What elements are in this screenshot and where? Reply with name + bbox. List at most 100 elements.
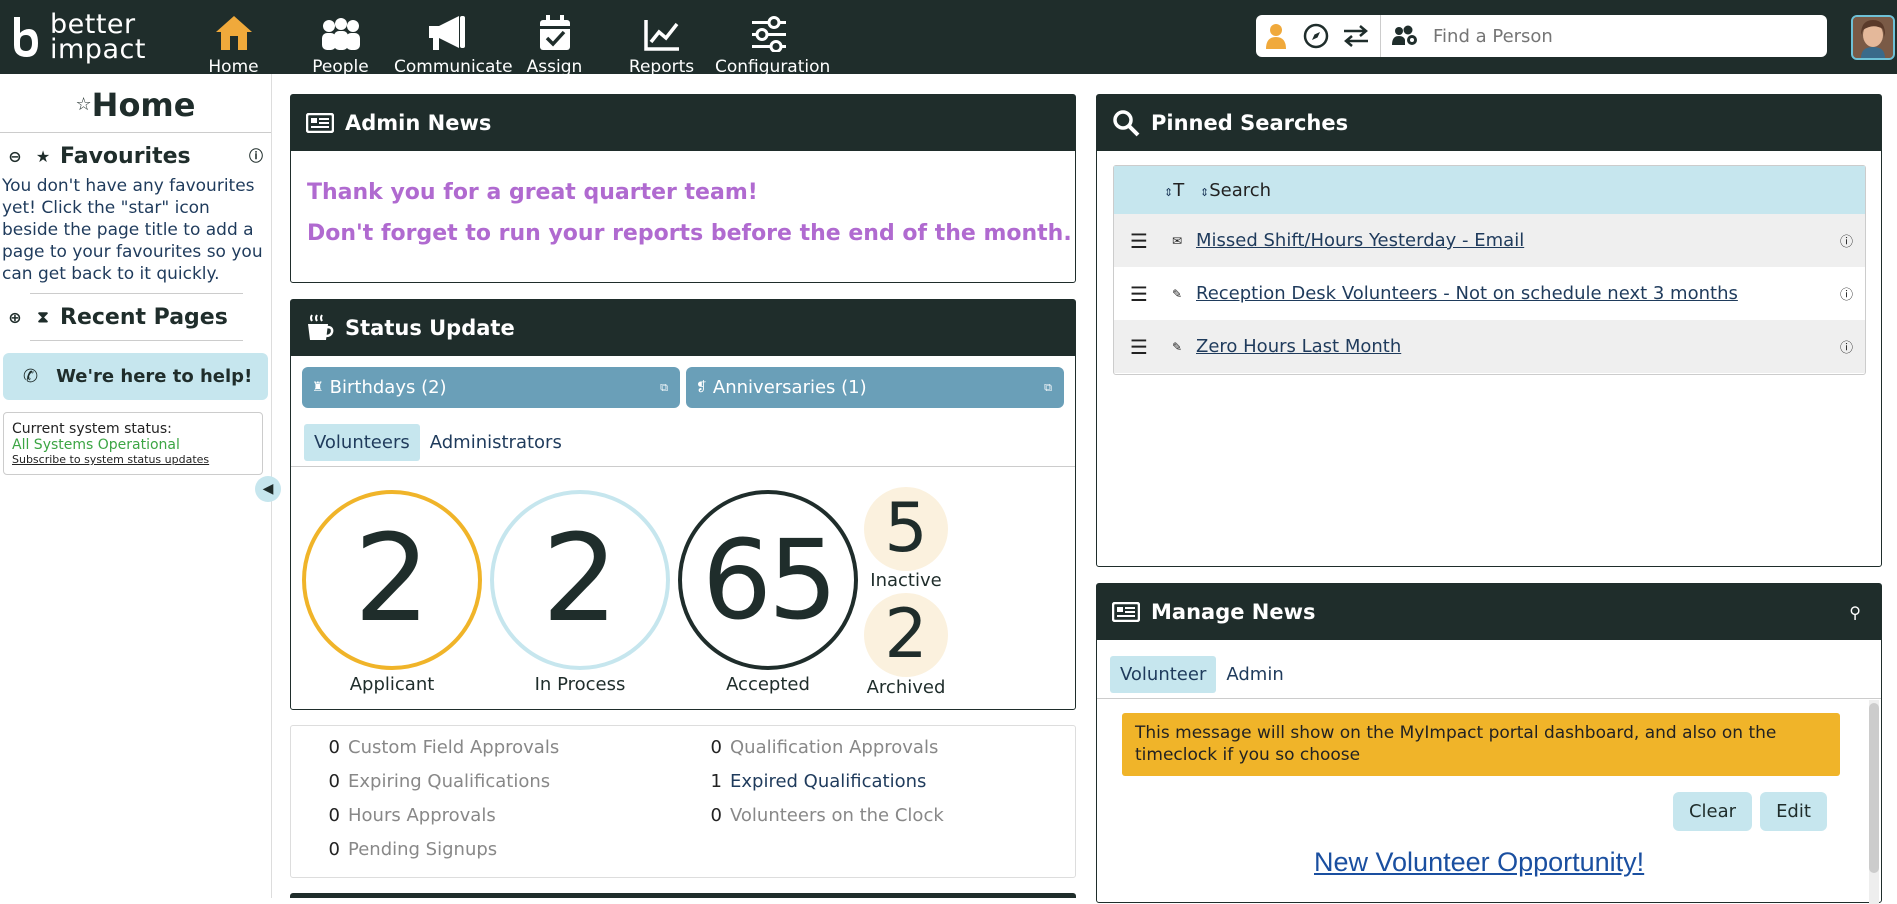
pencil-icon: ✎	[1171, 339, 1183, 354]
nav-reports[interactable]: Reports	[608, 10, 715, 77]
favourites-empty-text: You don't have any favourites yet! Click…	[2, 176, 263, 284]
scrollbar[interactable]	[1869, 700, 1879, 904]
collapse-sidebar-button[interactable]: ◀	[255, 476, 281, 502]
status-tabs: Volunteers Administrators	[304, 424, 572, 461]
info-icon[interactable]: ⓘ	[249, 146, 263, 166]
nav-reports-label: Reports	[628, 57, 695, 77]
pinned-searches-table: ⇕T ⇕Search ☰ ✉ Missed Shift/Hours Yester…	[1113, 165, 1866, 375]
inactive-label: Inactive	[870, 570, 942, 591]
news-line: Don't forget to run your reports before …	[307, 221, 1072, 246]
hours-approvals[interactable]: 0 Hours Approvals	[320, 805, 496, 826]
sliders-icon	[751, 16, 786, 52]
news-headline-link[interactable]: New Volunteer Opportunity!	[1314, 847, 1644, 878]
table-row: ☰ ✉ Missed Shift/Hours Yesterday - Email…	[1114, 214, 1865, 267]
count-label: Volunteers on the Clock	[730, 805, 944, 826]
nav-configuration[interactable]: Configuration	[715, 10, 830, 77]
page-title-text: Home	[91, 86, 196, 124]
switch-arrows-icon[interactable]	[1336, 15, 1376, 57]
custom-field-approvals[interactable]: 0 Custom Field Approvals	[320, 737, 560, 758]
subscribe-link[interactable]: Subscribe to system status updates	[12, 453, 254, 466]
nav-assign[interactable]: Assign	[501, 10, 608, 77]
compass-icon[interactable]	[1296, 15, 1336, 57]
info-icon[interactable]: ⓘ	[1840, 284, 1853, 303]
applicant-circle[interactable]: 2	[302, 490, 482, 670]
archived-circle[interactable]: 2	[864, 593, 948, 677]
info-icon[interactable]: ⓘ	[1840, 231, 1853, 250]
count-number: 0	[328, 805, 340, 826]
expired-qualifications[interactable]: 1 Expired Qualifications	[702, 771, 927, 792]
accepted-label: Accepted	[726, 674, 810, 695]
pinned-search-link[interactable]: Missed Shift/Hours Yesterday - Email	[1196, 230, 1524, 251]
nav-communicate[interactable]: Communicate	[394, 10, 513, 77]
news-tabs: Volunteer Admin	[1110, 656, 1294, 693]
count-label: Qualification Approvals	[730, 737, 939, 758]
envelope-icon: ✉	[1171, 233, 1183, 248]
status-update-header: Status Update	[291, 300, 1075, 356]
tab-administrators[interactable]: Administrators	[420, 424, 572, 461]
nav-people[interactable]: People	[287, 10, 394, 77]
count-label: Pending Signups	[348, 839, 498, 860]
inactive-circle[interactable]: 5	[864, 487, 948, 571]
applicant-label: Applicant	[349, 674, 435, 695]
count-label: Expired Qualifications	[730, 771, 927, 792]
accepted-count: 65	[702, 516, 838, 644]
logo[interactable]: better impact	[10, 11, 146, 63]
volunteers-on-clock[interactable]: 0 Volunteers on the Clock	[702, 805, 944, 826]
clear-button[interactable]: Clear	[1673, 792, 1752, 831]
drag-handle-icon[interactable]: ☰	[1114, 335, 1164, 359]
edit-button[interactable]: Edit	[1760, 792, 1827, 831]
recent-pages-header[interactable]: ⊕ ⧗ Recent Pages	[0, 302, 271, 332]
sort-search-header[interactable]: ⇕Search	[1200, 180, 1271, 201]
drag-handle-icon[interactable]: ☰	[1114, 229, 1164, 253]
drag-handle-icon[interactable]: ☰	[1114, 282, 1164, 306]
unpin-icon[interactable]: ⚲	[1849, 603, 1861, 622]
applicant-count: 2	[353, 510, 431, 649]
tab-volunteer[interactable]: Volunteer	[1110, 656, 1217, 693]
info-icon[interactable]: ⓘ	[1840, 337, 1853, 356]
tab-volunteers[interactable]: Volunteers	[304, 424, 420, 461]
favourites-heading: Favourites	[60, 143, 191, 169]
count-number: 0	[710, 805, 722, 826]
chart-line-icon	[643, 20, 679, 51]
anniversaries-button[interactable]: ❡ Anniversaries (1) ⧉	[686, 367, 1064, 408]
pinned-search-link[interactable]: Reception Desk Volunteers - Not on sched…	[1196, 283, 1738, 304]
calendar-check-icon	[539, 15, 570, 50]
status-label: Current system status:	[12, 421, 172, 437]
hourglass-icon: ⧗	[37, 307, 49, 326]
count-label: Expiring Qualifications	[348, 771, 551, 792]
favourites-header[interactable]: ⊖ ★ Favourites ⓘ	[0, 141, 271, 171]
tab-admin[interactable]: Admin	[1216, 656, 1293, 693]
expiring-qualifications[interactable]: 0 Expiring Qualifications	[320, 771, 551, 792]
megaphone-icon	[428, 16, 465, 50]
pinned-search-link[interactable]: Zero Hours Last Month	[1196, 336, 1401, 357]
person-mode-icon[interactable]	[1256, 15, 1296, 57]
caret-left-icon: ◀	[262, 481, 274, 497]
main-nav: Home People Communicate Assign Reports C…	[180, 10, 830, 77]
admin-news-title: Admin News	[345, 111, 492, 135]
birthdays-button[interactable]: ♜ Birthdays (2) ⧉	[302, 367, 680, 408]
pending-signups[interactable]: 0 Pending Signups	[320, 839, 498, 860]
nav-communicate-label: Communicate	[394, 57, 513, 77]
admin-news-panel: Admin News Thank you for a great quarter…	[290, 94, 1076, 283]
status-value: All Systems Operational	[12, 437, 180, 453]
star-outline-icon[interactable]: ☆	[76, 94, 92, 115]
manage-news-header: Manage News ⚲	[1097, 584, 1881, 640]
count-number: 1	[710, 771, 722, 792]
collapse-minus-icon[interactable]: ⊖	[4, 147, 26, 166]
pinned-searches-header: Pinned Searches	[1097, 95, 1881, 151]
in-process-circle[interactable]: 2	[490, 490, 670, 670]
qualification-approvals[interactable]: 0 Qualification Approvals	[702, 737, 939, 758]
avatar[interactable]	[1851, 15, 1895, 60]
recent-pages-heading: Recent Pages	[60, 304, 228, 330]
find-person-input[interactable]	[1433, 25, 1813, 47]
nav-home[interactable]: Home	[180, 10, 287, 77]
sort-type-header[interactable]: ⇕T	[1164, 180, 1200, 201]
accepted-circle[interactable]: 65	[678, 490, 858, 670]
pencil-icon: ✎	[1171, 286, 1183, 301]
expand-plus-icon[interactable]: ⊕	[4, 308, 26, 327]
admin-news-header: Admin News	[291, 95, 1075, 151]
count-number: 0	[328, 771, 340, 792]
person-search-bar	[1256, 15, 1827, 57]
help-button[interactable]: ✆ We're here to help!	[3, 353, 268, 400]
top-bar: better impact Home People Communicate As…	[0, 0, 1897, 77]
